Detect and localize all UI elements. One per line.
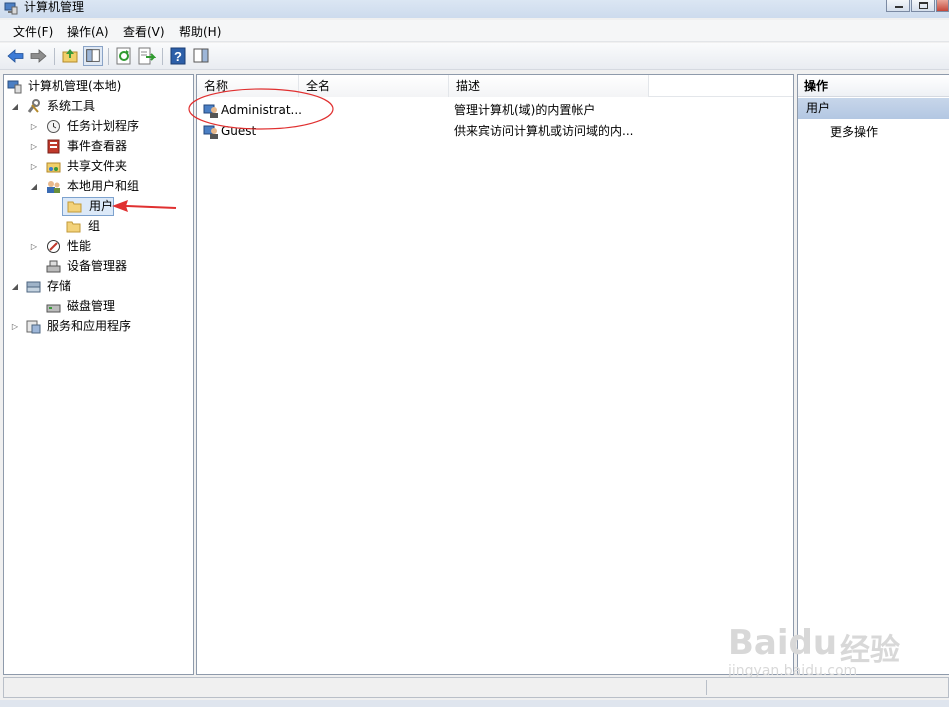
tree-item-root[interactable]: 计算机管理(本地) xyxy=(4,77,192,96)
watermark-brand: Baidu xyxy=(728,623,838,663)
column-header-description[interactable]: 描述 xyxy=(449,75,649,97)
tree-item-disk-management[interactable]: 磁盘管理 xyxy=(4,297,192,316)
menu-action[interactable]: 操作(A) xyxy=(67,24,109,40)
tree-item-device-manager[interactable]: 设备管理器 xyxy=(4,257,192,276)
tree-item-shared-folders[interactable]: ▷ 共享文件夹 xyxy=(4,157,192,176)
actions-header: 操作 xyxy=(798,75,949,97)
show-hide-tree-icon[interactable] xyxy=(83,46,103,66)
help-icon[interactable]: ? xyxy=(168,46,188,66)
tree-label: 存储 xyxy=(47,279,72,293)
storage-icon xyxy=(26,281,41,293)
refresh-icon[interactable] xyxy=(114,46,134,66)
tree-label: 共享文件夹 xyxy=(67,159,128,173)
tree-label: 系统工具 xyxy=(47,99,96,113)
users-group-icon xyxy=(47,181,60,193)
tree-label: 计算机管理(本地) xyxy=(28,79,122,93)
export-list-icon[interactable] xyxy=(136,46,156,66)
tree-item-event-viewer[interactable]: ▷ 事件查看器 xyxy=(4,137,192,156)
event-log-icon xyxy=(47,139,60,154)
show-hide-action-pane-icon[interactable] xyxy=(191,46,211,66)
tree-item-task-scheduler[interactable]: ▷ 任务计划程序 xyxy=(4,117,192,136)
up-folder-icon[interactable] xyxy=(60,46,80,66)
back-icon[interactable] xyxy=(6,46,26,66)
collapsed-arrow-icon[interactable]: ▷ xyxy=(29,137,39,156)
folder-icon xyxy=(67,201,82,213)
close-button[interactable] xyxy=(936,0,949,12)
menu-view[interactable]: 查看(V) xyxy=(123,24,165,40)
tree-item-performance[interactable]: ▷ 性能 xyxy=(4,237,192,256)
watermark: Baidu 经验 jingyan.baidu.com xyxy=(728,595,949,679)
menu-help[interactable]: 帮助(H) xyxy=(179,24,221,40)
expanded-arrow-icon[interactable]: ◢ xyxy=(10,277,20,296)
computer-management-icon xyxy=(4,2,18,15)
window-title: 计算机管理 xyxy=(24,0,85,14)
actions-section-users[interactable]: 用户 xyxy=(798,98,949,119)
menu-bar: 文件(F) 操作(A) 查看(V) 帮助(H) xyxy=(0,20,949,42)
device-manager-icon xyxy=(46,260,61,273)
window-bottom-border xyxy=(0,700,949,707)
disk-icon xyxy=(46,304,61,313)
tree-item-users[interactable]: 用户 xyxy=(62,197,114,216)
clock-icon xyxy=(47,120,60,133)
toolbar-separator xyxy=(108,48,109,65)
status-divider xyxy=(706,680,707,695)
tree-item-storage[interactable]: ◢ 存储 xyxy=(4,277,192,296)
user-description: 管理计算机(域)的内置帐户 xyxy=(454,103,596,117)
title-bar: 计算机管理 xyxy=(0,0,949,18)
tree-label: 磁盘管理 xyxy=(67,299,116,313)
tree-item-groups[interactable]: 组 xyxy=(4,217,192,236)
expanded-arrow-icon[interactable]: ◢ xyxy=(10,97,20,116)
toolbar-separator xyxy=(162,48,163,65)
menu-file[interactable]: 文件(F) xyxy=(13,24,53,40)
collapsed-arrow-icon[interactable]: ▷ xyxy=(10,317,20,336)
tools-icon xyxy=(27,99,40,113)
status-bar xyxy=(3,677,949,698)
navigation-tree: 计算机管理(本地) ◢ 系统工具 ▷ 任务计划程序 ▷ 事件查看器 ▷ 共享文件… xyxy=(3,74,194,675)
actions-pane: 操作 用户 更多操作 Baidu 经验 jingyan.baidu.com xyxy=(728,74,949,679)
tree-item-system-tools[interactable]: ◢ 系统工具 xyxy=(4,97,192,116)
svg-text:?: ? xyxy=(174,49,182,64)
tree-label: 设备管理器 xyxy=(67,259,128,273)
collapsed-arrow-icon[interactable]: ▷ xyxy=(29,237,39,256)
maximize-button[interactable] xyxy=(911,0,935,12)
folder-icon xyxy=(66,221,81,233)
toolbar-separator xyxy=(54,48,55,65)
forward-icon[interactable] xyxy=(28,46,48,66)
more-actions-link[interactable]: 更多操作 xyxy=(830,123,878,141)
performance-icon xyxy=(47,240,60,253)
user-description: 供来宾访问计算机或访问域的内... xyxy=(454,124,634,138)
tree-label: 任务计划程序 xyxy=(67,119,140,133)
expanded-arrow-icon[interactable]: ◢ xyxy=(29,177,39,196)
toolbar: ? xyxy=(0,43,949,70)
collapsed-arrow-icon[interactable]: ▷ xyxy=(29,157,39,176)
annotation-ellipse xyxy=(188,88,334,130)
tree-item-services-apps[interactable]: ▷ 服务和应用程序 xyxy=(4,317,192,336)
user-list: 名称 全名 描述 Administrat... 管理计算机(域)的内置帐户 Gu… xyxy=(188,74,794,675)
maximize-icon xyxy=(919,2,928,9)
tree-label: 事件查看器 xyxy=(67,139,128,153)
collapsed-arrow-icon[interactable]: ▷ xyxy=(29,117,39,136)
tree-label: 本地用户和组 xyxy=(67,179,140,193)
services-icon xyxy=(26,320,41,334)
minimize-button[interactable] xyxy=(886,0,910,12)
computer-management-icon xyxy=(7,80,22,94)
minimize-icon xyxy=(895,6,903,8)
tree-label: 服务和应用程序 xyxy=(47,319,132,333)
tree-item-local-users-groups[interactable]: ◢ 本地用户和组 xyxy=(4,177,192,196)
annotation-arrow xyxy=(112,200,177,212)
tree-label: 组 xyxy=(88,219,101,233)
tree-label: 性能 xyxy=(67,239,92,253)
shared-folder-icon xyxy=(46,162,61,173)
